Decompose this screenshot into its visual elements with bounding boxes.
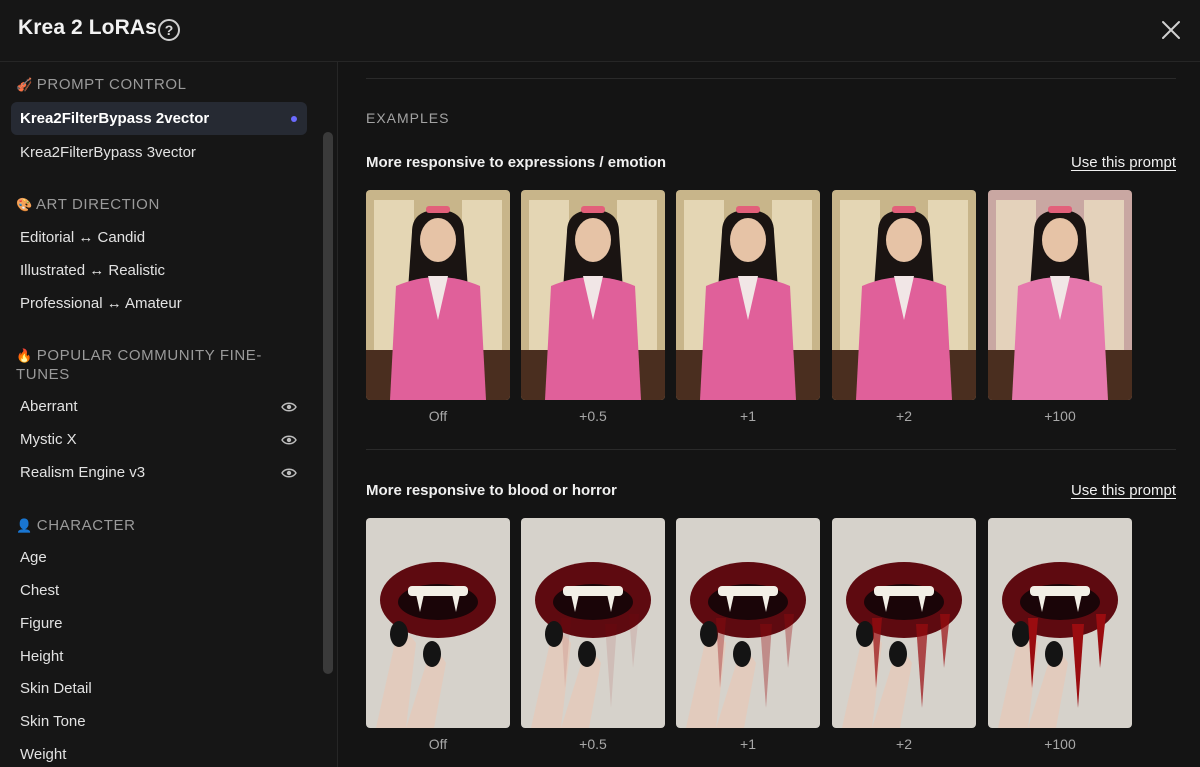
- example-thumbnail[interactable]: [988, 190, 1132, 400]
- help-icon[interactable]: ?: [158, 19, 180, 41]
- sidebar-item-professional-amateur[interactable]: Professional ↔ Amateur: [11, 287, 307, 320]
- example-thumbnail[interactable]: [676, 190, 820, 400]
- thumbnail-caption: +0.5: [579, 736, 607, 752]
- thumbnail-caption: +2: [896, 408, 912, 424]
- sidebar-item-krea2filterbypass-2vector[interactable]: Krea2FilterBypass 2vector: [11, 102, 307, 135]
- examples-heading: EXAMPLES: [366, 110, 450, 126]
- person-icon: 👤: [16, 518, 33, 533]
- thumbnail-caption: +100: [1044, 736, 1076, 752]
- sidebar-item-height[interactable]: Height: [11, 640, 307, 673]
- lora-sidebar: 🎻 PROMPT CONTROL Krea2FilterBypass 2vect…: [0, 62, 338, 767]
- use-prompt-link[interactable]: Use this prompt: [1071, 154, 1176, 171]
- palette-icon: 🎨: [16, 197, 33, 212]
- section-label: ART DIRECTION: [35, 196, 160, 213]
- sidebar-item-label: Chest: [20, 582, 60, 599]
- section-community-finetunes: 🔥 POPULAR COMMUNITY FINE-TUNES: [16, 346, 306, 384]
- example-title: More responsive to expressions / emotion: [366, 154, 667, 171]
- thumbnail-caption: +0.5: [579, 408, 607, 424]
- section-label: PROMPT CONTROL: [36, 76, 187, 93]
- eye-icon[interactable]: [281, 399, 297, 415]
- sidebar-item-chest[interactable]: Chest: [11, 574, 307, 607]
- fire-icon: 🔥: [16, 348, 33, 363]
- thumbnail-caption: +1: [740, 408, 756, 424]
- sidebar-item-label: Skin Detail: [20, 680, 92, 697]
- sidebar-item-illustrated-realistic[interactable]: Illustrated ↔ Realistic: [11, 254, 307, 287]
- example-thumbnail[interactable]: [521, 518, 665, 728]
- sidebar-item-skin-tone[interactable]: Skin Tone: [11, 705, 307, 738]
- sidebar-item-krea2filterbypass-3vector[interactable]: Krea2FilterBypass 3vector: [11, 136, 307, 169]
- sidebar-item-age[interactable]: Age: [11, 541, 307, 574]
- divider: [366, 78, 1176, 79]
- sidebar-item-label: Aberrant: [20, 398, 78, 415]
- divider: [366, 449, 1176, 450]
- section-label: CHARACTER: [36, 517, 136, 534]
- examples-panel: EXAMPLES More responsive to expressions …: [338, 62, 1200, 767]
- sidebar-item-label: Krea2FilterBypass 2vector: [20, 110, 210, 127]
- sidebar-item-label: Age: [20, 549, 47, 566]
- thumbnail-caption: +2: [896, 736, 912, 752]
- example-thumbnail[interactable]: [832, 190, 976, 400]
- sidebar-item-skin-detail[interactable]: Skin Detail: [11, 672, 307, 705]
- violin-icon: 🎻: [16, 77, 33, 92]
- modal-title: Krea 2 LoRAs: [18, 16, 157, 39]
- example-thumbnail[interactable]: [676, 518, 820, 728]
- close-icon[interactable]: [1159, 18, 1183, 42]
- sidebar-item-label: Editorial ↔ Candid: [20, 229, 146, 246]
- sidebar-item-aberrant[interactable]: Aberrant: [11, 390, 307, 423]
- sidebar-item-label: Skin Tone: [20, 713, 86, 730]
- use-prompt-link[interactable]: Use this prompt: [1071, 482, 1176, 499]
- example-thumbnail[interactable]: [366, 190, 510, 400]
- thumbnail-caption: Off: [428, 408, 448, 424]
- example-title: More responsive to blood or horror: [366, 482, 617, 499]
- sidebar-item-figure[interactable]: Figure: [11, 607, 307, 640]
- section-label: POPULAR COMMUNITY FINE-TUNES: [16, 347, 262, 383]
- thumbnail-caption: Off: [428, 736, 448, 752]
- example-thumbnail[interactable]: [366, 518, 510, 728]
- section-art-direction: 🎨 ART DIRECTION: [16, 195, 306, 214]
- sidebar-item-label: Height: [20, 648, 64, 665]
- sidebar-item-label: Krea2FilterBypass 3vector: [20, 144, 196, 161]
- sidebar-item-editorial-candid[interactable]: Editorial ↔ Candid: [11, 221, 307, 254]
- sidebar-item-label: Mystic X: [20, 431, 77, 448]
- example-thumbnail[interactable]: [988, 518, 1132, 728]
- sidebar-item-label: Illustrated ↔ Realistic: [20, 262, 166, 279]
- example-thumbnail[interactable]: [521, 190, 665, 400]
- selected-dot-icon: [291, 116, 297, 122]
- eye-icon[interactable]: [281, 432, 297, 448]
- eye-icon[interactable]: [281, 465, 297, 481]
- example-thumbnail[interactable]: [832, 518, 976, 728]
- sidebar-item-label: Figure: [20, 615, 63, 632]
- sidebar-item-realism-engine-v3[interactable]: Realism Engine v3: [11, 456, 307, 489]
- sidebar-item-weight[interactable]: Weight: [11, 738, 307, 767]
- sidebar-item-label: Weight: [20, 746, 67, 763]
- sidebar-scrollbar[interactable]: [323, 132, 333, 674]
- thumbnail-caption: +100: [1044, 408, 1076, 424]
- thumbnail-caption: +1: [740, 736, 756, 752]
- section-character: 👤 CHARACTER: [16, 516, 306, 535]
- modal-header: Krea 2 LoRAs ?: [0, 0, 1200, 62]
- sidebar-item-mystic-x[interactable]: Mystic X: [11, 423, 307, 456]
- sidebar-item-label: Realism Engine v3: [20, 464, 146, 481]
- sidebar-item-label: Professional ↔ Amateur: [20, 295, 182, 312]
- section-prompt-control: 🎻 PROMPT CONTROL: [16, 75, 306, 94]
